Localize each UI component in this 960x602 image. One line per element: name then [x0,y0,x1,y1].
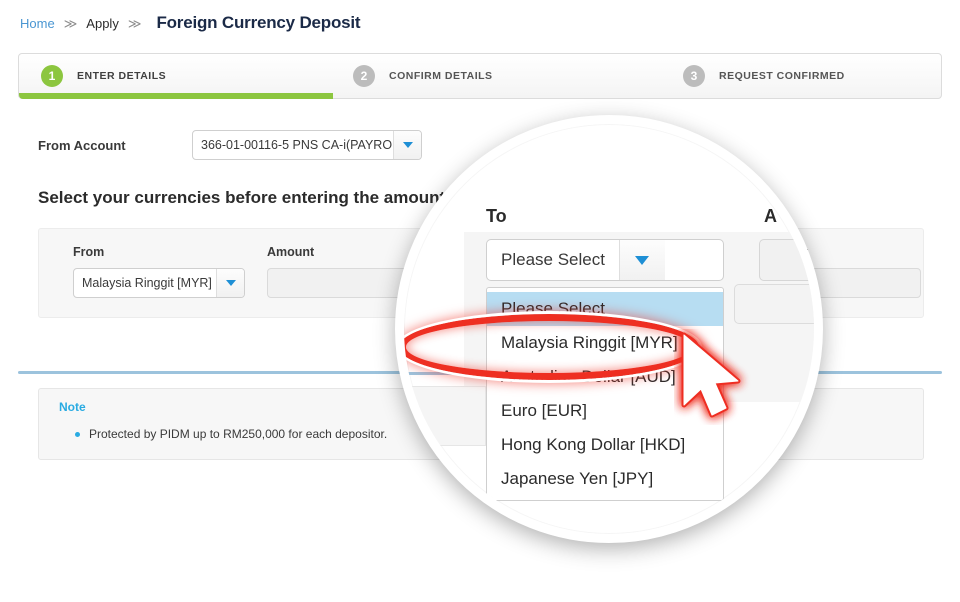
step-item-confirm-details[interactable]: 2 CONFIRM DETAILS [353,54,683,98]
from-account-row: From Account 366-01-00116-5 PNS CA-i(PAY… [38,130,422,160]
magnifier-overlay: To A Please Select Please Select Malaysi… [395,115,823,543]
dropdown-option[interactable]: Hong Kong Dollar [HKD] [487,428,723,462]
note-title: Note [59,400,86,414]
from-account-value: 366-01-00116-5 PNS CA-i(PAYROLL [201,138,393,152]
step-label-1: ENTER DETAILS [77,70,167,82]
from-currency-dropdown-arrow[interactable] [216,269,244,297]
magnified-note-background [404,386,486,446]
breadcrumb-separator-1: ≫ [63,16,78,31]
breadcrumb-home[interactable]: Home [20,16,55,31]
step-progress-bar: 1 ENTER DETAILS 2 CONFIRM DETAILS 3 REQU… [18,53,942,99]
from-currency-label: From [73,245,105,259]
magnified-amount-label: A [764,206,777,226]
mouse-pointer-icon [681,332,741,418]
from-currency-value: Malaysia Ringgit [MYR] [82,276,212,290]
magnified-to-currency-value: Please Select [501,250,605,269]
breadcrumb-separator-2: ≫ [127,16,142,31]
chevron-down-icon [225,280,236,286]
from-currency-column: From Malaysia Ringgit [MYR] [73,245,245,298]
magnifier-content: To A Please Select Please Select Malaysi… [404,124,814,534]
breadcrumb: Home ≫ Apply ≫ Foreign Currency Deposit [20,13,361,33]
from-account-label: From Account [38,137,126,153]
step-number-1: 1 [41,65,63,87]
from-currency-select[interactable]: Malaysia Ringgit [MYR] [73,268,245,298]
step-item-enter-details[interactable]: 1 ENTER DETAILS [19,54,353,98]
step-item-request-confirmed[interactable]: 3 REQUEST CONFIRMED [683,54,845,98]
section-heading: Select your currencies before entering t… [38,188,446,207]
step-number-2: 2 [353,65,375,87]
magnified-amount-input[interactable] [759,239,814,281]
note-item-text: Protected by PIDM up to RM250,000 for ea… [89,427,388,441]
page-root: Home ≫ Apply ≫ Foreign Currency Deposit … [0,0,960,602]
from-account-select[interactable]: 366-01-00116-5 PNS CA-i(PAYROLL [192,130,422,160]
page-title: Foreign Currency Deposit [156,13,361,32]
step-number-3: 3 [683,65,705,87]
step-label-2: CONFIRM DETAILS [389,70,493,82]
magnified-to-label: To [486,206,507,226]
dropdown-option[interactable]: Japanese Yen [JPY] [487,462,723,496]
magnified-divider [404,372,486,375]
note-list-item: Protected by PIDM up to RM250,000 for ea… [75,427,387,441]
magnified-dropdown-arrow[interactable] [618,240,665,280]
chevron-down-icon [635,255,650,265]
step-progress-fill [19,93,333,99]
bullet-icon [75,432,80,437]
breadcrumb-apply[interactable]: Apply [86,16,119,31]
magnified-to-currency-select[interactable]: Please Select [486,239,724,281]
magnified-amount-input-2[interactable] [734,284,814,324]
dropdown-option[interactable]: Please Select [487,292,723,326]
step-label-3: REQUEST CONFIRMED [719,70,845,82]
